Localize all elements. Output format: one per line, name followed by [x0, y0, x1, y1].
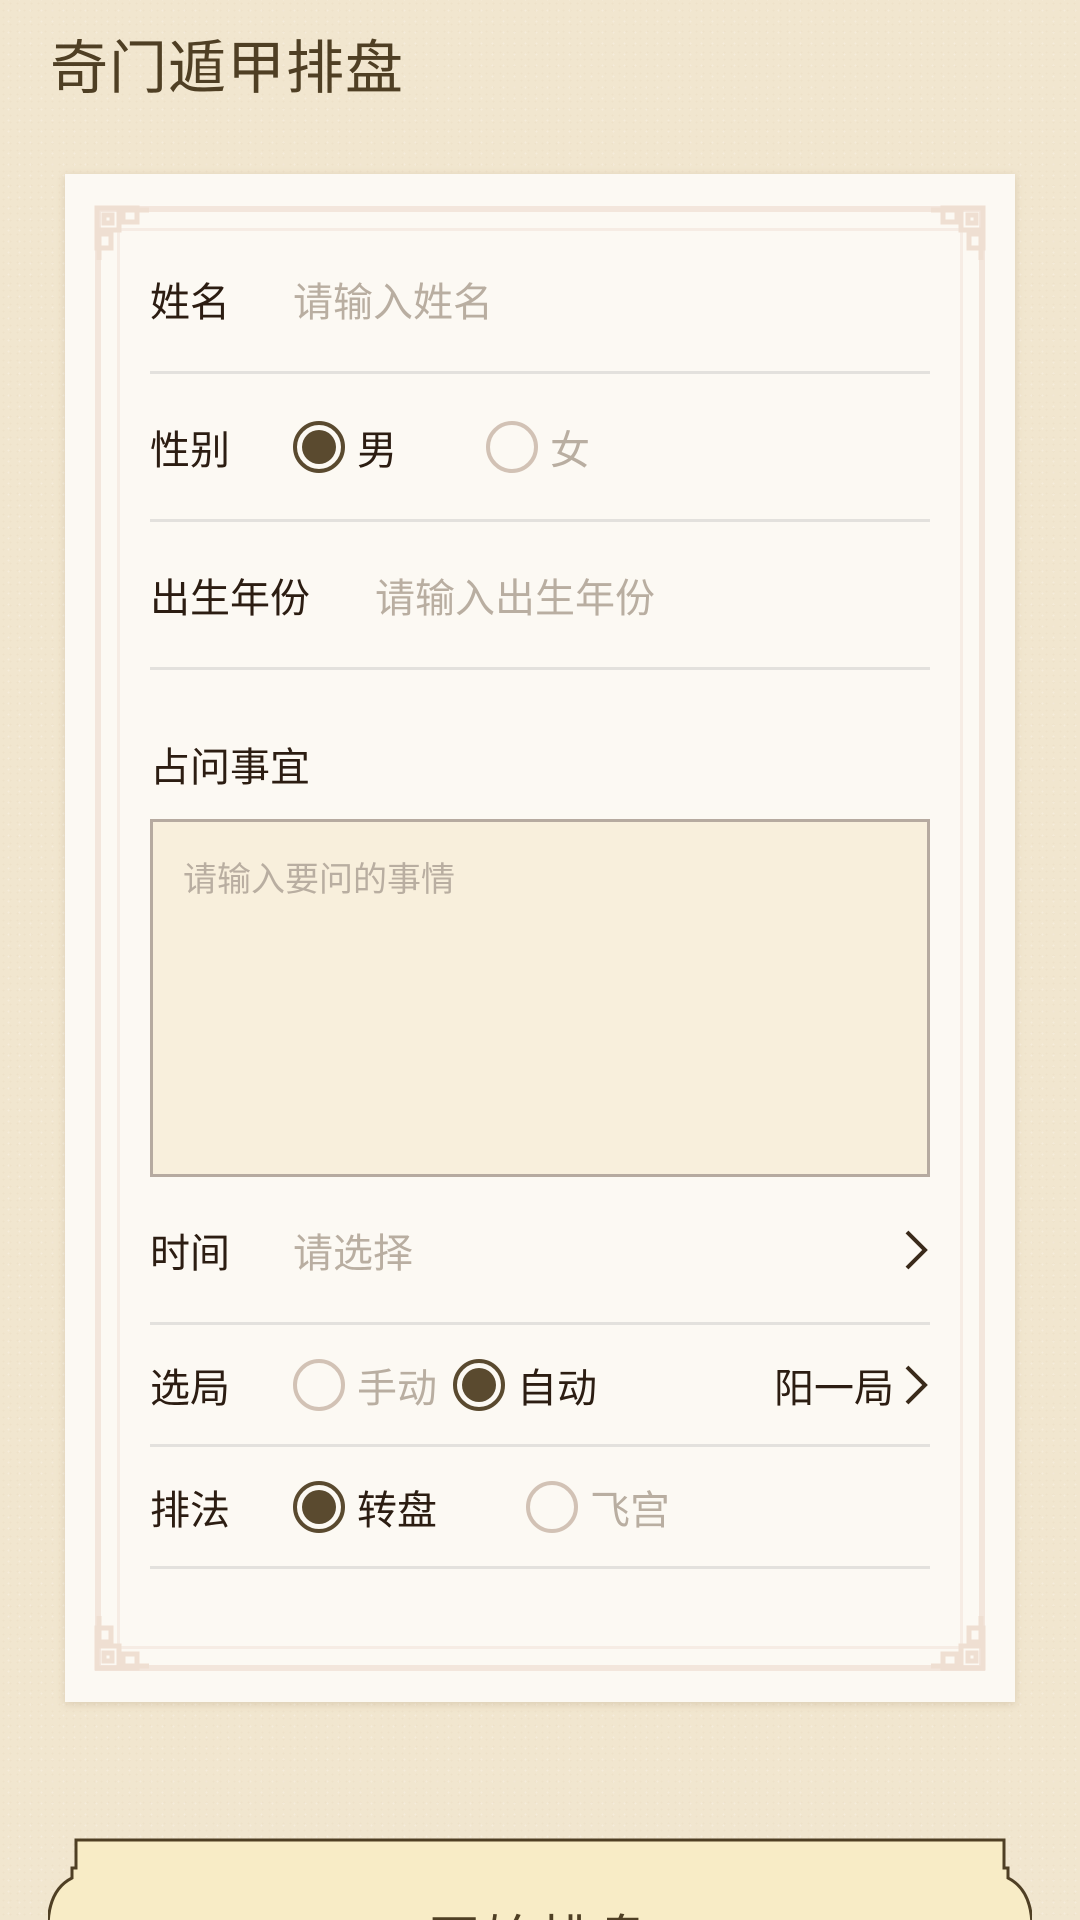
- radio-checked-icon[interactable]: [293, 420, 345, 473]
- ju-selection-label: 选局: [150, 1365, 230, 1412]
- gender-row: 性别 男 女: [150, 374, 930, 522]
- ju-option-manual[interactable]: 手动: [293, 1356, 437, 1414]
- method-row: 排法 转盘 飞宫: [150, 1447, 930, 1569]
- birth-year-row: 出生年份 请输入出生年份: [150, 522, 930, 670]
- question-textarea[interactable]: 请输入要问的事情: [150, 819, 930, 1177]
- ju-selection-row: 选局 手动 自动 阳一局: [150, 1325, 930, 1447]
- gender-option-male[interactable]: 男: [293, 418, 397, 476]
- page-title: 奇门遁甲排盘: [50, 34, 405, 102]
- gender-option-label: 女: [550, 427, 590, 474]
- ju-option-label: 自动: [517, 1365, 597, 1412]
- method-option-fly[interactable]: 飞宫: [526, 1478, 670, 1536]
- method-label: 排法: [150, 1487, 230, 1534]
- birth-year-input[interactable]: 请输入出生年份: [375, 566, 655, 624]
- chevron-right-icon[interactable]: [902, 1228, 930, 1272]
- method-option-label: 转盘: [357, 1487, 437, 1534]
- name-label: 姓名: [150, 279, 230, 326]
- ju-option-label: 手动: [357, 1365, 437, 1412]
- question-label: 占问事宜: [150, 745, 310, 791]
- time-picker[interactable]: 请选择: [293, 1221, 413, 1279]
- start-button-label: 开始排盘: [48, 1898, 1032, 1920]
- birth-year-label: 出生年份: [150, 575, 310, 622]
- radio-unchecked-icon[interactable]: [526, 1480, 578, 1533]
- name-input[interactable]: 请输入姓名: [293, 270, 493, 328]
- method-option-rotate[interactable]: 转盘: [293, 1478, 437, 1536]
- radio-checked-icon[interactable]: [453, 1358, 505, 1411]
- gender-option-female[interactable]: 女: [486, 418, 590, 476]
- gender-label: 性别: [150, 427, 230, 474]
- method-option-label: 飞宫: [590, 1487, 670, 1534]
- corner-ornament-icon: [93, 204, 153, 264]
- gender-option-label: 男: [357, 427, 397, 474]
- radio-unchecked-icon[interactable]: [486, 420, 538, 473]
- corner-ornament-icon: [927, 204, 987, 264]
- name-row: 姓名 请输入姓名: [150, 226, 930, 374]
- ju-option-auto[interactable]: 自动: [453, 1356, 597, 1414]
- corner-ornament-icon: [93, 1612, 153, 1672]
- chevron-right-icon[interactable]: [902, 1363, 930, 1407]
- start-button[interactable]: 开始排盘: [48, 1838, 1032, 1920]
- corner-ornament-icon: [927, 1612, 987, 1672]
- time-label: 时间: [150, 1230, 230, 1277]
- question-placeholder: 请输入要问的事情: [183, 860, 455, 900]
- radio-checked-icon[interactable]: [293, 1480, 345, 1533]
- ju-value[interactable]: 阳一局: [774, 1356, 894, 1414]
- radio-unchecked-icon[interactable]: [293, 1358, 345, 1411]
- time-row[interactable]: 时间 请选择: [150, 1177, 930, 1325]
